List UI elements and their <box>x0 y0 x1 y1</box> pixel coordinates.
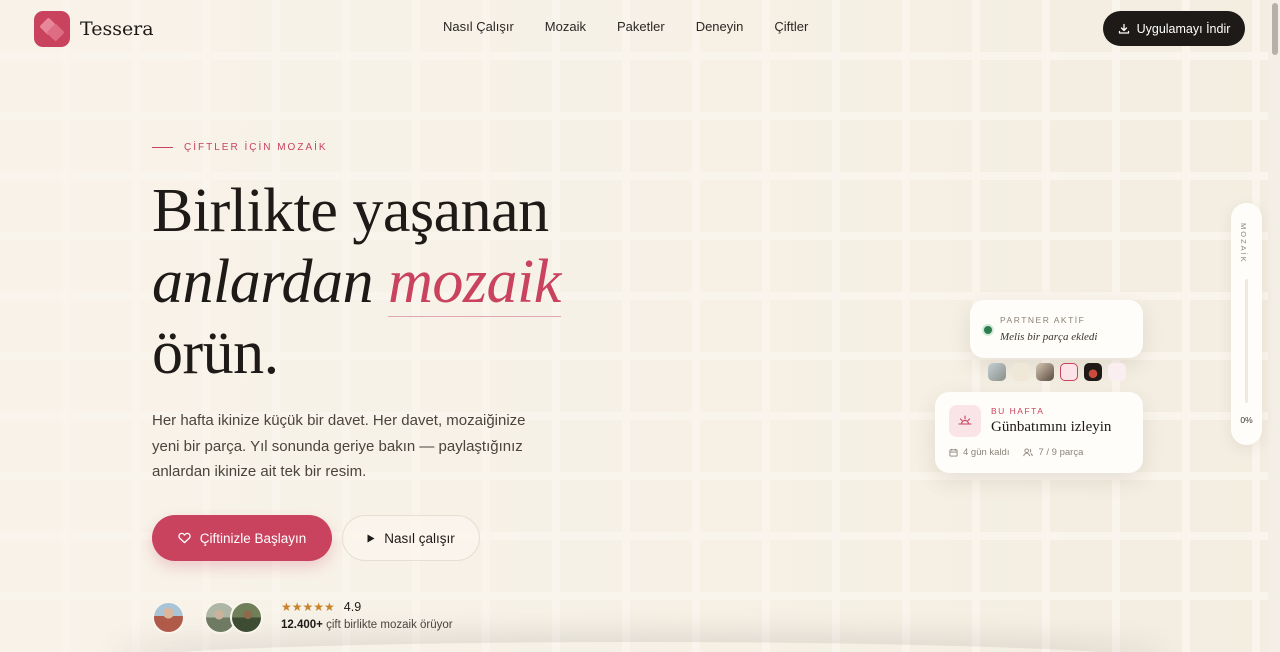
headline-line-2-prefix: anlardan <box>152 248 389 316</box>
logo-mark-icon <box>34 11 70 47</box>
nav-item-couples[interactable]: Çiftler <box>774 19 808 34</box>
progress-percent: 0% <box>1240 415 1253 425</box>
days-left-text: 4 gün kaldı <box>963 447 1010 458</box>
hero-headline: Birlikte yaşanan anlardan mozaik örün. <box>152 176 561 389</box>
avatar <box>152 601 185 634</box>
rating-value: 4.9 <box>343 600 362 614</box>
main-nav: Nasıl Çalışır Mozaik Paketler Deneyin Çi… <box>443 19 808 34</box>
hero-lead: Her hafta ikinize küçük bir davet. Her d… <box>152 412 526 480</box>
star-icons: ★★★★★ <box>281 600 335 614</box>
star-rating: ★★★★★ 4.9 <box>281 600 453 614</box>
people-icon <box>1023 448 1034 457</box>
rating-block: ★★★★★ 4.9 12.400+ çift birlikte mozaik ö… <box>281 600 453 631</box>
page-scrollbar[interactable] <box>1268 0 1280 652</box>
site-header: Tessera Nasıl Çalışır Mozaik Paketler De… <box>0 0 1268 58</box>
mosaic-tile <box>1108 363 1126 381</box>
partner-activity-message: Melis bir parça ekledi <box>1000 331 1098 343</box>
eyebrow-text: ÇİFTLER İÇİN MOZAİK <box>184 142 328 153</box>
download-app-button[interactable]: Uygulamayı İndir <box>1103 11 1245 46</box>
nav-item-how-it-works[interactable]: Nasıl Çalışır <box>443 19 514 34</box>
mosaic-tile <box>1036 363 1054 381</box>
mosaic-tile-heart-icon <box>1060 363 1078 381</box>
week-meta: 4 gün kaldı 7 / 9 parça <box>949 447 1083 458</box>
calendar-icon <box>949 448 958 457</box>
how-it-works-button[interactable]: Nasıl çalışır <box>342 515 480 561</box>
rail-label: MOZAİK <box>1239 223 1248 264</box>
download-icon <box>1118 23 1129 34</box>
proof-caption: çift birlikte mozaik örüyor <box>322 619 453 631</box>
week-label: BU HAFTA <box>991 406 1045 416</box>
partner-status-label: PARTNER AKTİF <box>1000 315 1086 325</box>
headline-line-2: anlardan mozaik <box>152 247 561 318</box>
mosaic-tile <box>1012 363 1030 381</box>
mosaic-tile <box>988 363 1006 381</box>
how-it-works-label: Nasıl çalışır <box>384 530 455 546</box>
headline-line-3: örün. <box>152 319 279 387</box>
heart-icon <box>178 532 191 544</box>
nav-item-try[interactable]: Deneyin <box>696 19 744 34</box>
avatar <box>230 601 263 634</box>
partner-active-card: PARTNER AKTİF Melis bir parça ekledi <box>970 300 1143 358</box>
piece-count: 7 / 9 parça <box>1023 447 1083 458</box>
mosaic-tile <box>1084 363 1102 381</box>
nav-item-mosaic[interactable]: Mozaik <box>545 19 586 34</box>
piece-count-text: 7 / 9 parça <box>1038 447 1084 458</box>
hero-eyebrow: ÇİFTLER İÇİN MOZAİK <box>152 142 328 153</box>
proof-text: 12.400+ çift birlikte mozaik örüyor <box>281 619 453 631</box>
headline-line-1: Birlikte yaşanan <box>152 177 549 245</box>
brand-name: Tessera <box>80 18 154 40</box>
nav-item-packages[interactable]: Paketler <box>617 19 665 34</box>
play-icon <box>367 534 375 542</box>
eyebrow-line <box>152 147 173 148</box>
sunset-icon <box>949 405 981 437</box>
progress-track <box>1245 279 1248 403</box>
start-with-partner-label: Çiftinizle Başlayın <box>199 530 307 546</box>
download-app-label: Uygulamayı İndir <box>1136 21 1231 36</box>
this-week-card[interactable]: BU HAFTA Günbatımını izleyin 4 gün kaldı… <box>935 392 1143 473</box>
online-status-dot <box>984 326 992 334</box>
mosaic-progress-rail: MOZAİK 0% <box>1231 203 1262 445</box>
week-prompt-title: Günbatımını izleyin <box>991 419 1112 435</box>
couple-count: 12.400+ <box>281 619 323 631</box>
scrollbar-thumb[interactable] <box>1272 3 1278 55</box>
headline-accent: mozaik <box>388 248 561 317</box>
days-left: 4 gün kaldı <box>949 447 1009 458</box>
start-with-partner-button[interactable]: Çiftinizle Başlayın <box>152 515 332 561</box>
logo[interactable]: Tessera <box>34 11 154 47</box>
